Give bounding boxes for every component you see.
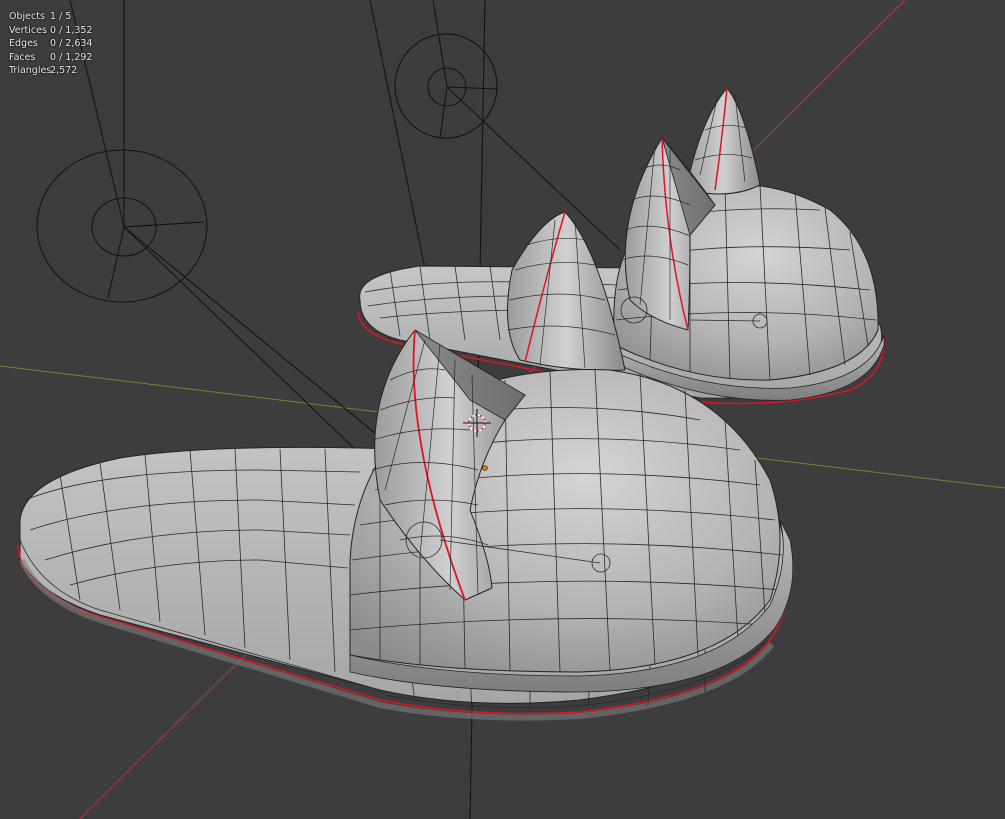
stat-value: 0 / 2,634	[50, 38, 93, 49]
stat-value: 2,572	[50, 65, 78, 76]
stat-label: Vertices	[9, 24, 47, 36]
stat-label: Edges	[9, 38, 38, 49]
stat-value: 0 / 1,292	[50, 51, 93, 63]
stat-label: Objects	[9, 11, 45, 22]
light-gizmo-left-icon[interactable]	[36, 149, 208, 303]
stat-row-edges: Edges 0 / 2,634	[9, 37, 92, 51]
stat-row-faces: Faces 0 / 1,292	[9, 51, 92, 65]
origin-dot-icon	[482, 465, 488, 471]
stat-row-vertices: Vertices 0 / 1,352	[9, 24, 92, 38]
stat-row-triangles: Triangles 2,572	[9, 64, 92, 78]
3d-viewport[interactable]: Objects 1 / 5 Vertices 0 / 1,352 Edges 0…	[0, 0, 1005, 819]
stat-value: 1 / 5	[50, 11, 72, 22]
stat-label: Faces	[9, 51, 36, 63]
scene-canvas[interactable]	[0, 0, 1005, 819]
stat-value: 0 / 1,352	[50, 24, 93, 36]
stat-label: Triangles	[9, 65, 52, 76]
stat-row-objects: Objects 1 / 5	[9, 10, 92, 24]
viewport-statistics: Objects 1 / 5 Vertices 0 / 1,352 Edges 0…	[9, 10, 92, 78]
